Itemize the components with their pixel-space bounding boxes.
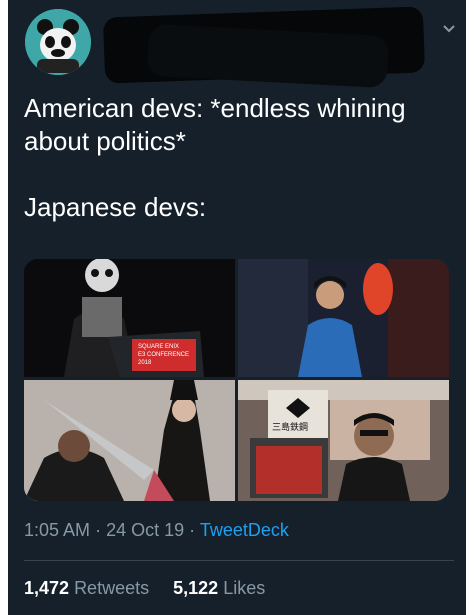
tweet-client-link[interactable]: TweetDeck (200, 520, 289, 540)
podium-title: SQUARE ENIX (138, 344, 180, 350)
tweet-card: American devs: *endless whining about po… (8, 0, 466, 615)
meta-separator: · (189, 520, 196, 540)
podium-subtitle: E3 CONFERENCE (138, 352, 190, 358)
user-avatar[interactable] (25, 9, 91, 75)
tweet-text: American devs: *endless whining about po… (24, 93, 406, 222)
tweet-time[interactable]: 1:05 AM (24, 520, 90, 540)
tweet-stats: 1,472 Retweets 5,122 Likes (24, 578, 265, 599)
tweet-date[interactable]: 24 Oct 19 (106, 520, 184, 540)
chevron-down-icon[interactable] (440, 20, 458, 38)
likes-stat[interactable]: 5,122 Likes (173, 578, 265, 598)
media-photo-4[interactable]: 三島鉄鋼 (238, 380, 449, 501)
media-photo-2[interactable] (238, 259, 449, 377)
media-photo-1[interactable]: SQUARE ENIX E3 CONFERENCE 2018 (24, 259, 235, 377)
likes-label: Likes (223, 578, 266, 598)
podium-year: 2018 (138, 360, 152, 366)
retweets-label: Retweets (74, 578, 150, 598)
divider (24, 560, 454, 561)
retweets-count: 1,472 (24, 578, 70, 598)
meta-separator: · (95, 520, 102, 540)
media-photo-3[interactable] (24, 380, 235, 501)
tweet-media-grid[interactable]: SQUARE ENIX E3 CONFERENCE 2018 三島鉄鋼 (24, 259, 449, 501)
likes-count: 5,122 (173, 578, 219, 598)
poster-text: 三島鉄鋼 (272, 423, 309, 433)
panda-avatar-icon (25, 9, 91, 75)
retweets-stat[interactable]: 1,472 Retweets (24, 578, 154, 598)
tweet-meta: 1:05 AM · 24 Oct 19 · TweetDeck (24, 520, 289, 541)
